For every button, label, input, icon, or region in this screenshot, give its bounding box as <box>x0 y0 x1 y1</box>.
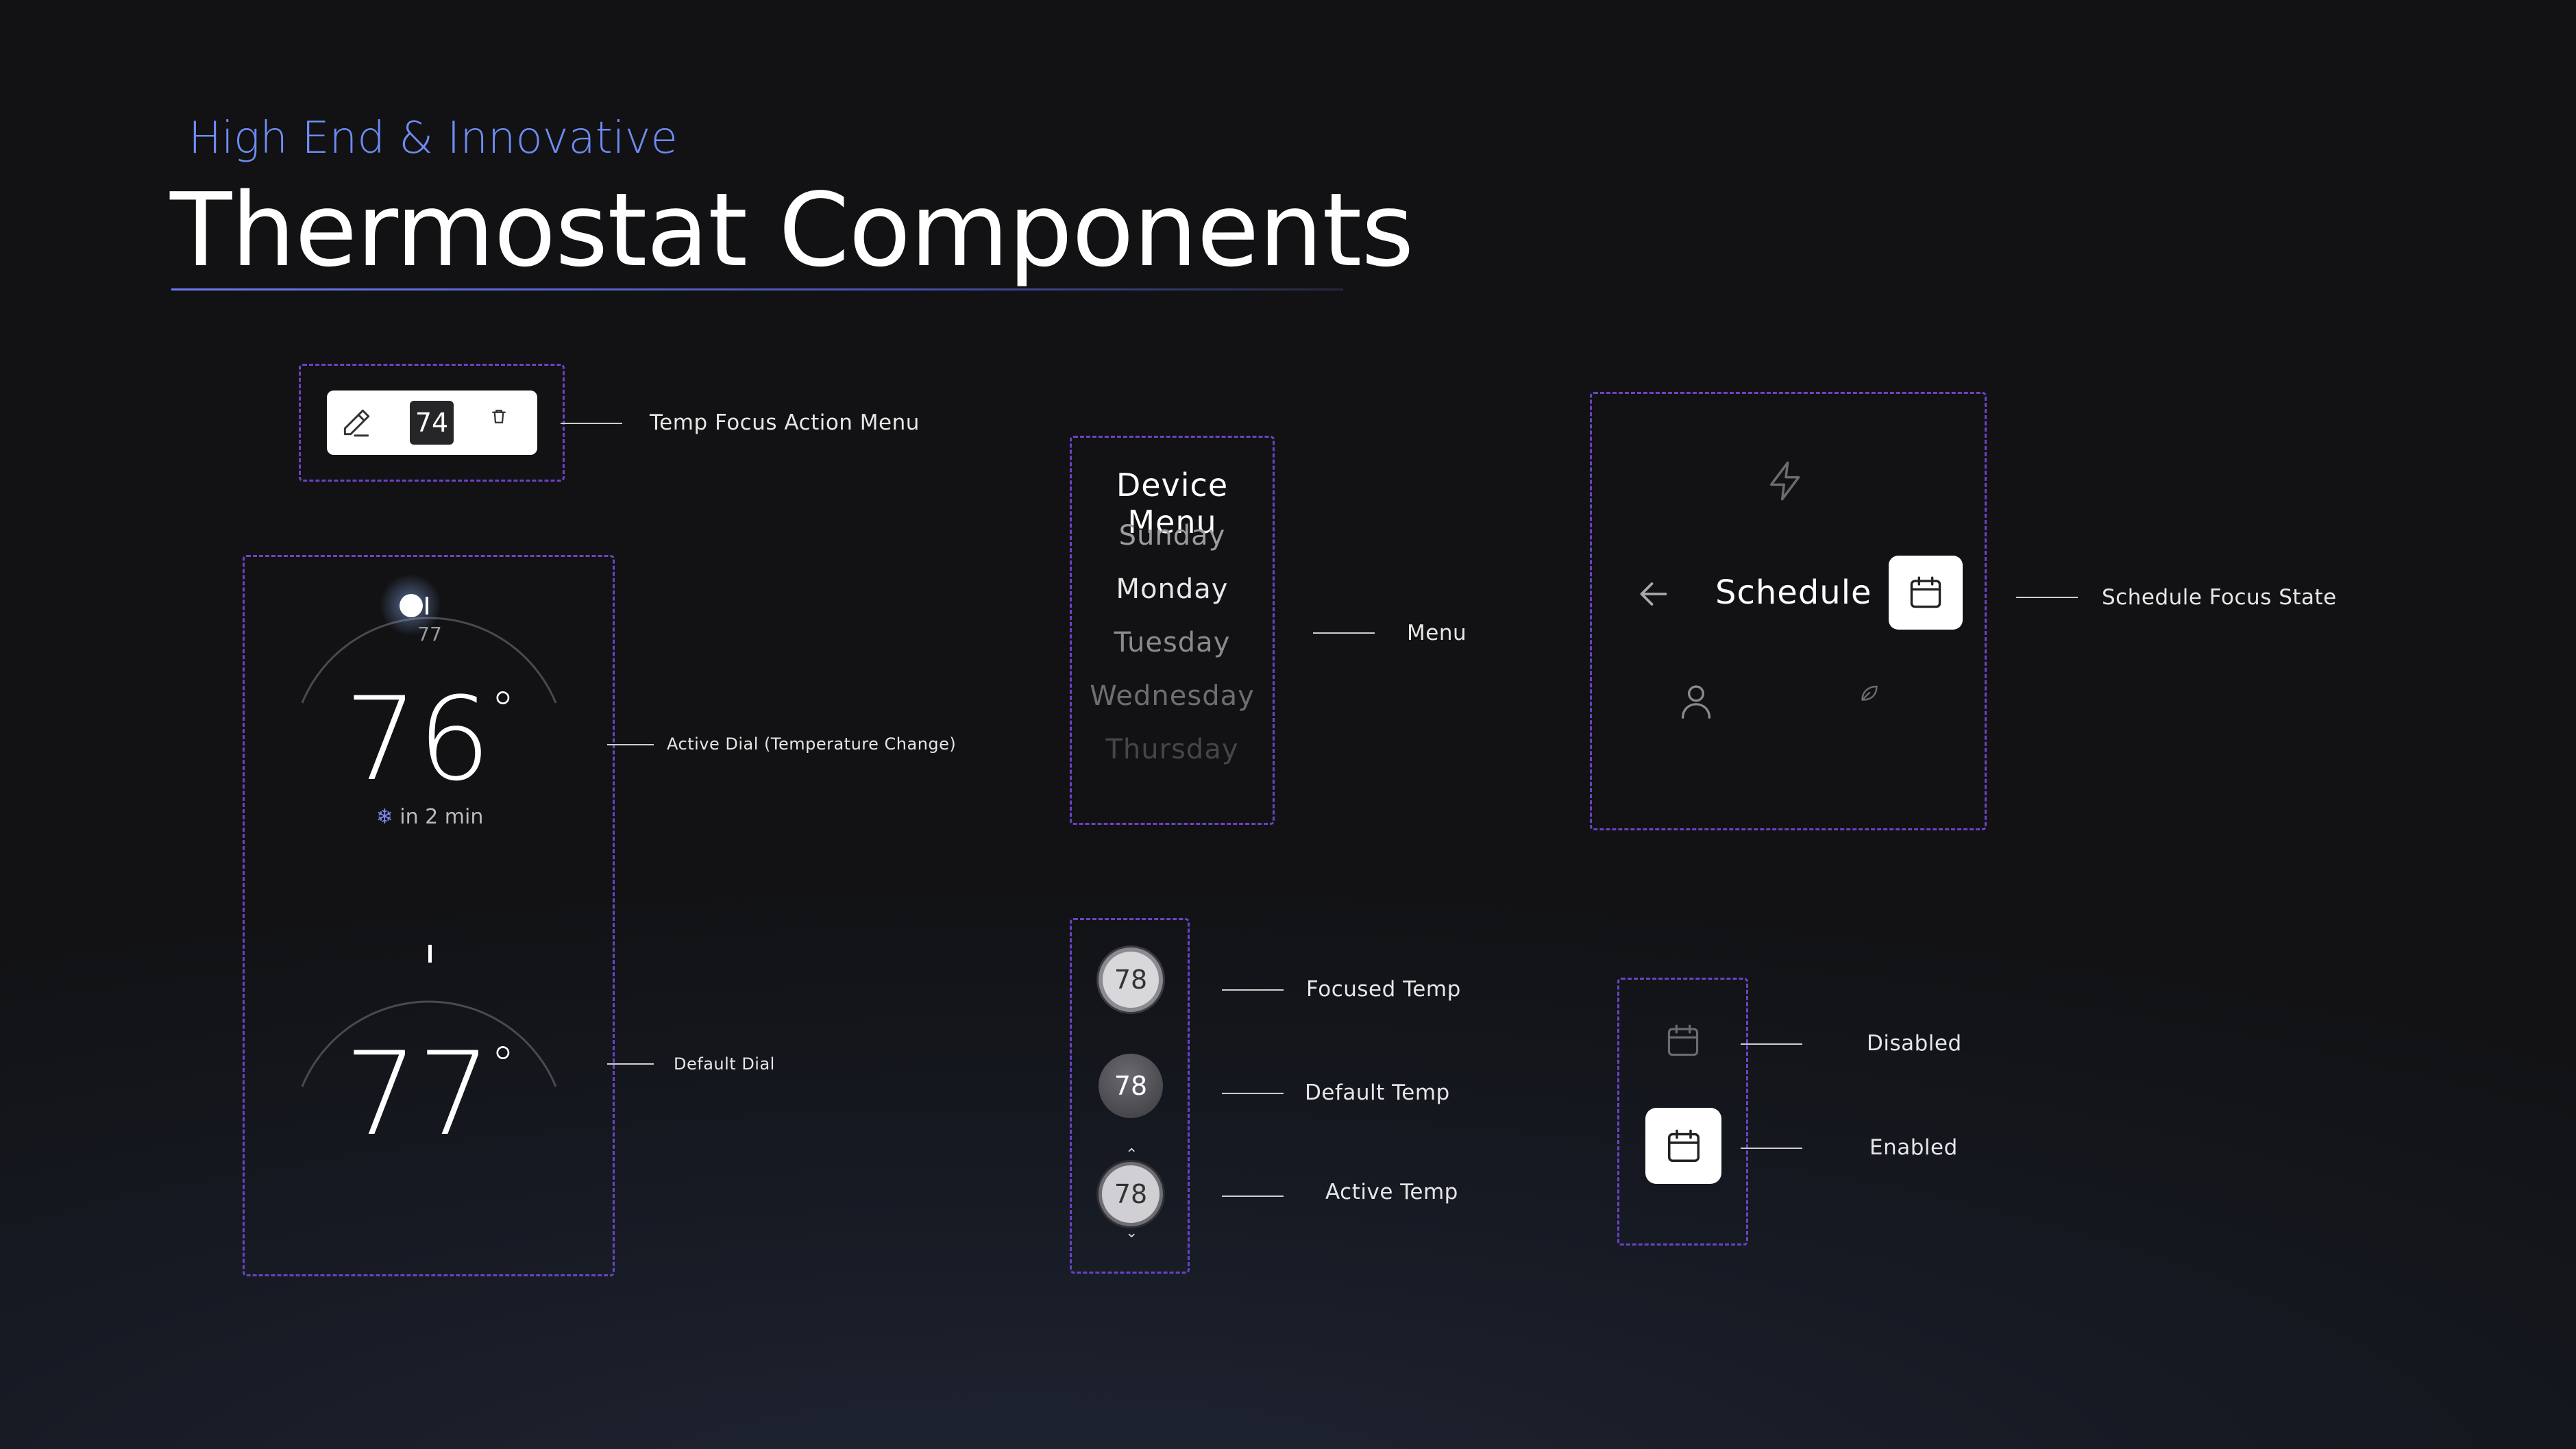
dial-handle[interactable] <box>400 594 423 617</box>
schedule-label: Schedule Focus State <box>2102 585 2337 610</box>
calendar-icon <box>1910 576 1941 608</box>
default-temperature: 77° <box>344 1027 515 1161</box>
chevron-down-icon[interactable]: ⌄ <box>1125 1224 1138 1241</box>
default-dial-label: Default Dial <box>674 1054 775 1074</box>
pencil-icon[interactable] <box>339 406 373 440</box>
dial-status: ❄ in 2 min <box>376 805 484 829</box>
menu-item-wednesday[interactable]: Wednesday <box>1072 680 1273 712</box>
focused-temp-knob[interactable]: 78 <box>1099 948 1163 1012</box>
snowflake-icon: ❄ <box>376 805 393 829</box>
menu-item-tuesday[interactable]: Tuesday <box>1072 627 1273 658</box>
chevron-up-icon[interactable]: ⌃ <box>1125 1146 1138 1163</box>
action-menu-frame: 74 <box>299 364 565 482</box>
calendar-enabled-button[interactable] <box>1645 1108 1721 1184</box>
active-temp-knob[interactable]: 78 <box>1099 1162 1163 1226</box>
menu-item-monday[interactable]: Monday <box>1072 573 1273 605</box>
connector-line <box>1222 1093 1284 1094</box>
page-title: Thermostat Components <box>170 171 1414 289</box>
calendar-states-frame <box>1617 978 1748 1246</box>
schedule-frame: Schedule <box>1590 392 1987 830</box>
active-dial-label: Active Dial (Temperature Change) <box>667 734 957 754</box>
connector-line <box>561 423 622 424</box>
schedule-title: Schedule <box>1715 573 1872 612</box>
dial-tick <box>426 597 428 615</box>
disabled-label: Disabled <box>1867 1031 1962 1056</box>
connector-line <box>1222 1196 1284 1197</box>
dial-frame: 77 76° ❄ in 2 min 77° <box>243 555 615 1276</box>
temp-value-chip[interactable]: 74 <box>410 401 454 445</box>
connector-line <box>1313 632 1375 634</box>
back-arrow-icon[interactable] <box>1633 573 1674 615</box>
default-temp-label: Default Temp <box>1305 1080 1450 1105</box>
enabled-label: Enabled <box>1869 1135 1958 1160</box>
leaf-icon[interactable] <box>1857 680 1882 705</box>
connector-line <box>607 1063 654 1065</box>
device-menu-label: Menu <box>1407 621 1467 645</box>
menu-item-thursday[interactable]: Thursday <box>1072 734 1273 765</box>
temp-knobs-frame: 78 78 ⌃ 78 ⌄ <box>1070 918 1190 1274</box>
trash-icon[interactable] <box>489 406 509 427</box>
schedule-calendar-button[interactable] <box>1889 556 1963 630</box>
title-divider <box>171 288 1343 290</box>
connector-line <box>1222 989 1284 991</box>
connector-line <box>2016 597 2078 598</box>
default-temp-knob[interactable]: 78 <box>1099 1054 1163 1118</box>
active-temp-label: Active Temp <box>1325 1180 1458 1204</box>
device-menu-frame: Device Menu Sunday Monday Tuesday Wednes… <box>1070 436 1275 825</box>
calendar-icon <box>1667 1129 1700 1162</box>
temp-action-menu: 74 <box>327 391 537 455</box>
person-icon[interactable] <box>1675 680 1717 723</box>
calendar-disabled-icon <box>1663 1021 1703 1061</box>
dial-target-marker: 77 <box>417 623 442 645</box>
connector-line <box>1741 1043 1802 1045</box>
active-temperature: 76° <box>344 672 515 806</box>
menu-item-sunday[interactable]: Sunday <box>1072 520 1273 552</box>
page-subtitle: High End & Innovative <box>188 113 678 164</box>
lightning-icon[interactable] <box>1764 459 1808 503</box>
focused-temp-label: Focused Temp <box>1306 977 1461 1002</box>
connector-line <box>1741 1148 1802 1149</box>
connector-line <box>607 744 654 745</box>
action-menu-label: Temp Focus Action Menu <box>650 410 920 435</box>
